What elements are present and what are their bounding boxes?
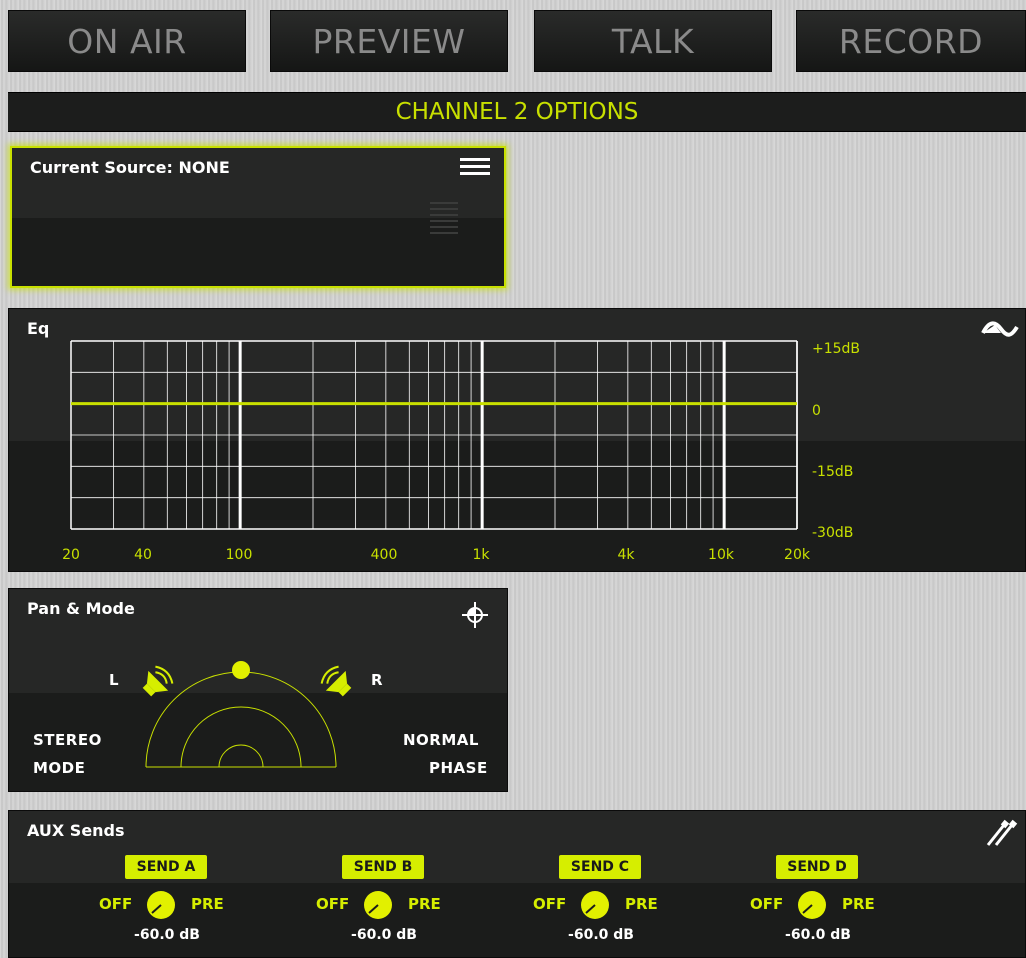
current-source-label: Current Source: NONE [30, 158, 230, 177]
send-b-pre-label: PRE [408, 895, 441, 913]
send-a-button[interactable]: SEND A [125, 855, 207, 879]
send-d-level: -60.0 dB [785, 927, 851, 943]
eq-freq-label: 20k [784, 547, 811, 563]
send-d-off-label: OFF [750, 895, 784, 913]
pan-left-label: L [109, 671, 120, 689]
eq-graph[interactable]: +15dB 0 -15dB -30dB 20 40 100 400 1k 4k … [9, 309, 1026, 573]
send-b-button[interactable]: SEND B [342, 855, 424, 879]
eq-db-label: 0 [812, 403, 821, 419]
pan-position-handle[interactable] [232, 661, 250, 679]
send-d-pre-label: PRE [842, 895, 875, 913]
preview-button[interactable]: PREVIEW [270, 10, 508, 72]
eq-freq-label: 10k [708, 547, 735, 563]
send-c-pre-label: PRE [625, 895, 658, 913]
send-a-pre-label: PRE [191, 895, 224, 913]
send-b-off-label: OFF [316, 895, 350, 913]
eq-db-label: -30dB [812, 525, 853, 541]
phase-sublabel[interactable]: PHASE [429, 759, 488, 777]
pan-right-label: R [371, 671, 384, 689]
record-button[interactable]: RECORD [796, 10, 1026, 72]
current-source-panel[interactable]: Current Source: NONE [10, 146, 506, 288]
eq-freq-label: 100 [226, 547, 253, 563]
eq-db-label: -15dB [812, 464, 853, 480]
phase-label[interactable]: NORMAL [403, 731, 479, 749]
aux-sends-panel: AUX Sends SEND A OFF PRE -60.0 dB SEND B… [8, 810, 1026, 958]
talk-button[interactable]: TALK [534, 10, 772, 72]
send-c-off-label: OFF [533, 895, 567, 913]
pan-mode-panel[interactable]: Pan & Mode L R STEREO MODE NORMAL PHASE [8, 588, 508, 792]
hamburger-menu-icon[interactable] [460, 158, 490, 178]
stereo-mode-sublabel[interactable]: MODE [33, 759, 85, 777]
aux-sends-title: AUX Sends [27, 821, 125, 840]
send-a-knob[interactable] [145, 889, 177, 921]
level-meter-icon [430, 198, 458, 244]
eq-panel[interactable]: Eq +15dB 0 -15dB -30dB 20 40 100 400 1k … [8, 308, 1026, 572]
send-b-knob[interactable] [362, 889, 394, 921]
right-speaker-icon [320, 665, 352, 697]
send-a-level: -60.0 dB [134, 927, 200, 943]
stereo-mode-label[interactable]: STEREO [33, 731, 102, 749]
left-speaker-icon [142, 665, 174, 697]
on-air-button[interactable]: ON AIR [8, 10, 246, 72]
send-c-button[interactable]: SEND C [559, 855, 641, 879]
eq-freq-label: 20 [62, 547, 80, 563]
send-a-off-label: OFF [99, 895, 133, 913]
send-d-knob[interactable] [796, 889, 828, 921]
eq-freq-label: 1k [472, 547, 490, 563]
send-b-level: -60.0 dB [351, 927, 417, 943]
eq-freq-label: 400 [371, 547, 398, 563]
send-c-knob[interactable] [579, 889, 611, 921]
send-d-button[interactable]: SEND D [776, 855, 858, 879]
page-title: CHANNEL 2 OPTIONS [8, 92, 1026, 132]
eq-db-label: +15dB [812, 341, 860, 357]
plug-cable-icon[interactable] [984, 819, 1018, 847]
eq-freq-label: 4k [617, 547, 635, 563]
send-c-level: -60.0 dB [568, 927, 634, 943]
eq-freq-label: 40 [134, 547, 152, 563]
